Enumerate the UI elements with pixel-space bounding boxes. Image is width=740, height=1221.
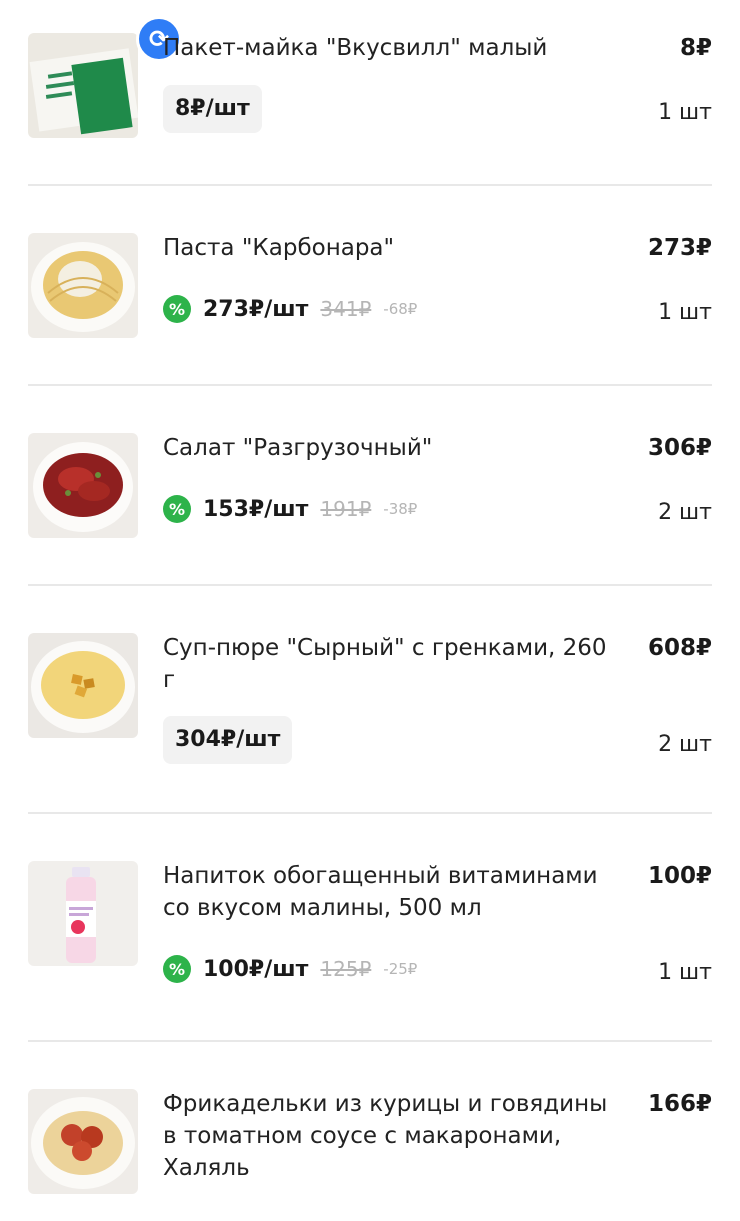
product-image-drink [28, 861, 138, 966]
item-quantity: 1 шт [658, 960, 712, 985]
item-total: 8₽ [679, 35, 712, 61]
item-quantity: 1 шт [658, 100, 712, 125]
item-total: 166₽ [647, 1091, 712, 1117]
cart-item[interactable]: Паста "Карбонара" 273₽ % 273₽/шт 341₽ -6… [28, 186, 712, 384]
product-image-soup [28, 633, 138, 738]
item-total: 608₽ [647, 635, 712, 661]
discount-price-row: % 273₽/шт 341₽ -68₽ [163, 294, 417, 324]
old-price: 191₽ [320, 497, 372, 521]
product-name[interactable]: Салат "Разгрузочный" [163, 432, 618, 464]
cart-item[interactable]: Фрикадельки из курицы и говядины в томат… [28, 1042, 712, 1221]
old-price: 341₽ [320, 297, 372, 321]
product-name[interactable]: Паста "Карбонара" [163, 232, 618, 264]
discount-price-row: % 100₽/шт 125₽ -25₽ [163, 954, 417, 984]
item-quantity: 1 шт [658, 300, 712, 325]
item-quantity: 2 шт [658, 732, 712, 757]
old-price: 125₽ [320, 957, 372, 981]
unit-price: 273₽/шт [203, 296, 309, 322]
product-name[interactable]: Пакет-майка "Вкусвилл" малый [163, 32, 618, 64]
product-image-meatballs [28, 1089, 138, 1194]
cart-item[interactable]: Напиток обогащенный витаминами со вкусом… [28, 814, 712, 1040]
product-name[interactable]: Напиток обогащенный витаминами со вкусом… [163, 860, 618, 924]
cart-item[interactable]: Суп-пюре "Сырный" с гренками, 260 г 608₽… [28, 586, 712, 812]
item-total: 100₽ [647, 863, 712, 889]
product-name[interactable]: Суп-пюре "Сырный" с гренками, 260 г [163, 632, 618, 696]
percent-icon: % [163, 295, 191, 323]
item-quantity: 2 шт [658, 500, 712, 525]
percent-icon: % [163, 955, 191, 983]
unit-price: 8₽/шт [163, 85, 262, 133]
cart-item[interactable]: Салат "Разгрузочный" 306₽ % 153₽/шт 191₽… [28, 386, 712, 584]
item-total: 306₽ [647, 435, 712, 461]
item-total: 273₽ [647, 235, 712, 261]
saving-amount: -38₽ [383, 500, 418, 518]
product-image-pasta [28, 233, 138, 338]
product-name[interactable]: Фрикадельки из курицы и говядины в томат… [163, 1088, 618, 1184]
unit-price: 100₽/шт [203, 956, 309, 982]
product-image-bag [28, 33, 138, 138]
product-image-salad [28, 433, 138, 538]
percent-icon: % [163, 495, 191, 523]
discount-price-row: % 153₽/шт 191₽ -38₽ [163, 494, 417, 524]
cart-item[interactable]: ⟳ Пакет-майка "Вкусвилл" малый 8₽ 8₽/шт … [28, 0, 712, 184]
unit-price: 304₽/шт [163, 716, 293, 764]
saving-amount: -25₽ [383, 960, 418, 978]
unit-price: 153₽/шт [203, 496, 309, 522]
saving-amount: -68₽ [383, 300, 418, 318]
